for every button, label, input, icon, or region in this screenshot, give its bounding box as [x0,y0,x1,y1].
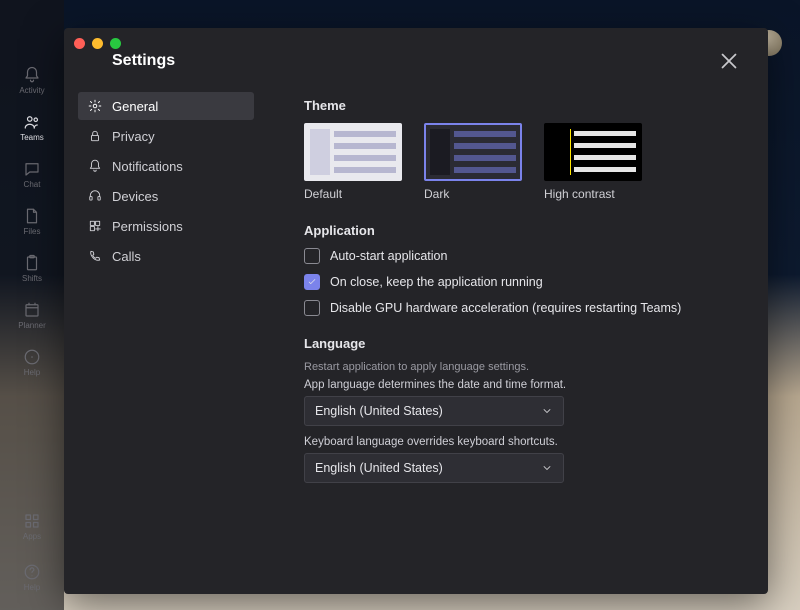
close-button[interactable] [716,48,742,74]
theme-thumbnail-dark [424,123,522,181]
nav-calls[interactable]: Calls [78,242,254,270]
check-autostart[interactable]: Auto-start application [304,248,738,264]
nav-notifications[interactable]: Notifications [78,152,254,180]
nav-label: Privacy [112,129,155,144]
checkbox[interactable] [304,248,320,264]
application-section-title: Application [304,223,738,238]
rail-item-label: Help [24,368,40,377]
theme-option-dark[interactable]: Dark [424,123,522,201]
rail-item-teams[interactable]: Teams [8,109,56,146]
headset-icon [88,189,102,203]
traffic-maximize[interactable] [110,38,121,49]
settings-modal: Settings General Privacy Notifications D… [64,28,768,594]
rail-item-label: Help [24,583,40,592]
close-icon [716,48,742,74]
theme-option-default[interactable]: Default [304,123,402,201]
planner-icon [23,301,41,319]
check-keep-running[interactable]: On close, keep the application running [304,274,738,290]
phone-icon [88,249,102,263]
nav-label: Devices [112,189,158,204]
clipboard-icon [23,254,41,272]
keyboard-language-select[interactable]: English (United States) [304,453,564,483]
chat-icon [23,160,41,178]
app-rail: Activity Teams Chat Files Shifts Planner… [0,0,64,610]
nav-permissions[interactable]: Permissions [78,212,254,240]
theme-label: High contrast [544,187,642,201]
settings-title: Settings [112,52,175,70]
checkbox[interactable] [304,300,320,316]
app-language-select[interactable]: English (United States) [304,396,564,426]
file-icon [23,207,41,225]
settings-nav: General Privacy Notifications Devices Pe… [64,88,254,594]
theme-section-title: Theme [304,98,738,113]
nav-label: Calls [112,249,141,264]
checkbox[interactable] [304,274,320,290]
theme-thumbnail-default [304,123,402,181]
rail-item-help-bottom[interactable]: Help [8,559,56,596]
rail-item-label: Shifts [22,274,42,283]
rail-item-activity[interactable]: Activity [8,62,56,99]
language-section-title: Language [304,336,738,351]
chevron-down-icon [541,405,553,417]
theme-option-high-contrast[interactable]: High contrast [544,123,642,201]
rail-item-label: Activity [19,86,44,95]
rail-item-label: Apps [23,532,41,541]
gear-icon [88,99,102,113]
lock-icon [88,129,102,143]
nav-devices[interactable]: Devices [78,182,254,210]
check-label: On close, keep the application running [330,275,543,289]
theme-label: Default [304,187,402,201]
rail-item-label: Files [24,227,41,236]
nav-label: Notifications [112,159,183,174]
rail-item-label: Teams [20,133,44,142]
nav-general[interactable]: General [78,92,254,120]
rail-item-label: Planner [18,321,46,330]
help-circle-icon [23,563,41,581]
people-icon [23,113,41,131]
rail-item-shifts[interactable]: Shifts [8,250,56,287]
nav-privacy[interactable]: Privacy [78,122,254,150]
settings-panel: Theme Default Dark High contrast Applica… [254,88,768,594]
bell-icon [23,66,41,84]
apps-icon [23,512,41,530]
app-language-helper: App language determines the date and tim… [304,379,738,391]
traffic-close[interactable] [74,38,85,49]
chevron-down-icon [541,462,553,474]
window-controls [74,38,121,49]
rail-item-label: Chat [24,180,41,189]
nav-label: General [112,99,158,114]
select-value: English (United States) [315,461,443,475]
nav-label: Permissions [112,219,183,234]
rail-item-planner[interactable]: Planner [8,297,56,334]
check-label: Auto-start application [330,249,447,263]
help-icon [23,348,41,366]
rail-item-files[interactable]: Files [8,203,56,240]
check-label: Disable GPU hardware acceleration (requi… [330,301,681,315]
permissions-icon [88,219,102,233]
rail-item-chat[interactable]: Chat [8,156,56,193]
select-value: English (United States) [315,404,443,418]
theme-label: Dark [424,187,522,201]
check-disable-gpu[interactable]: Disable GPU hardware acceleration (requi… [304,300,738,316]
traffic-minimize[interactable] [92,38,103,49]
theme-thumbnail-high-contrast [544,123,642,181]
language-restart-hint: Restart application to apply language se… [304,361,738,373]
rail-item-apps[interactable]: Apps [8,508,56,545]
bell-icon [88,159,102,173]
rail-item-help[interactable]: Help [8,344,56,381]
check-icon [307,277,317,287]
keyboard-language-helper: Keyboard language overrides keyboard sho… [304,436,738,448]
